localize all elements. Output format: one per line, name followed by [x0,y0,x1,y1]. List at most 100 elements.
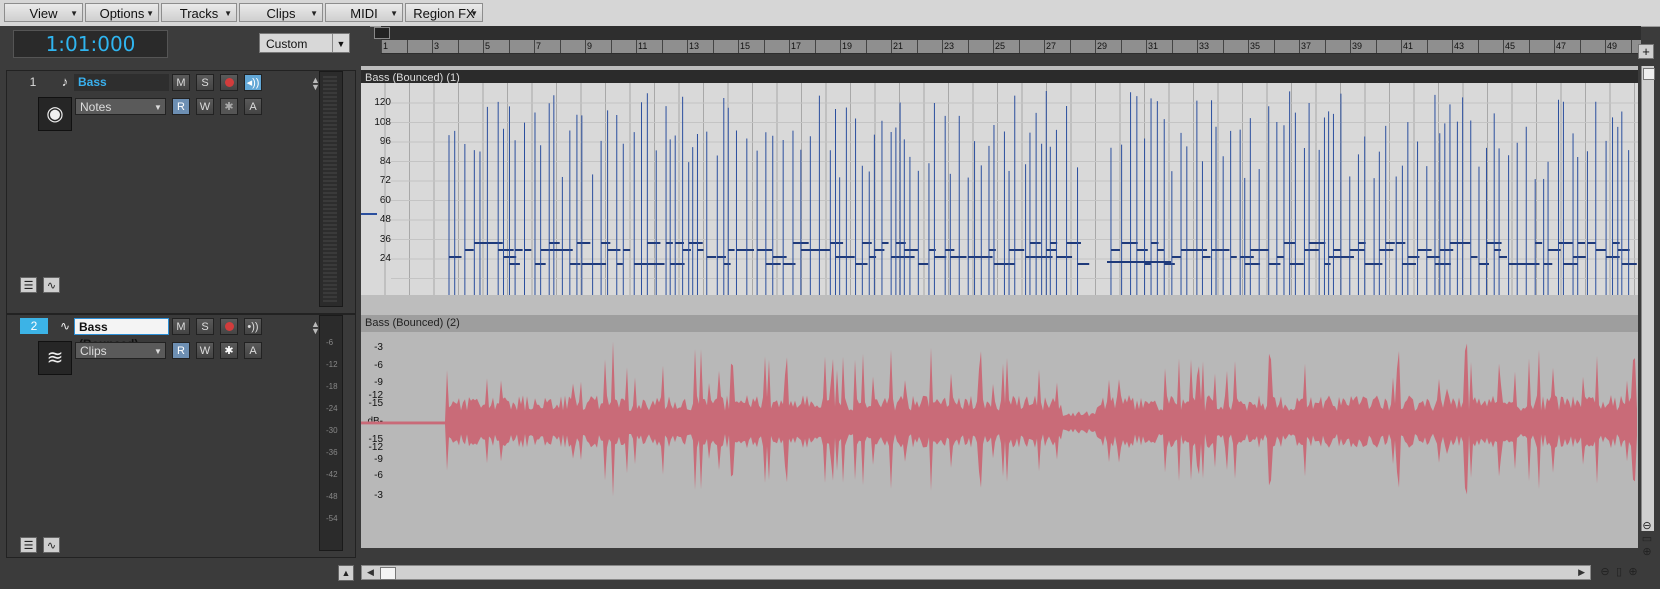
menu-bar: View ▼ Options ▼ Tracks ▼ Clips ▼ MIDI ▼ Regi… [0,0,1660,27]
speaker-icon: ◂)) [246,77,260,89]
ruler-tick [942,40,943,53]
ruler-tick [1477,40,1479,53]
midi-clip-grid[interactable]: 12010896847260483624 [361,83,1638,295]
track-header-2[interactable]: 2 ∿ Bass (Bounced) M S •)) ▲▼ ≋ Clips ▼ … [6,314,356,558]
menu-region-fx[interactable]: Region FX ▼ [405,3,483,22]
solo-button[interactable]: S [196,74,214,91]
track-header-1[interactable]: 1 ♪ Bass M S ◂)) ▲ ▼ ◉ Notes ▼ R W ✱ A ☰ … [6,70,356,314]
ruler-tick [865,40,867,53]
scroll-thumb[interactable] [380,567,396,580]
ruler-tick [1171,40,1173,53]
record-icon [224,321,234,331]
ruler-bar-label: 27 [1046,41,1057,51]
input-echo-button[interactable]: ◂)) [244,74,262,91]
menu-clips-label: Clips [266,6,296,21]
ruler-bar-label: 15 [740,41,751,51]
ruler-tick [1248,40,1249,53]
meter-scale-label: -42 [326,470,338,479]
ruler-tick [1222,40,1224,53]
vertical-scrollbar[interactable] [1641,66,1655,531]
arm-automation-button[interactable]: A [244,342,262,359]
write-automation-button[interactable]: W [196,98,214,115]
menu-midi[interactable]: MIDI ▼ [325,3,403,22]
read-automation-button[interactable]: R [172,342,190,359]
audio-waveform[interactable] [361,332,1638,548]
ruler-tick [1324,40,1326,53]
solo-button[interactable]: S [196,318,214,335]
track-settings-button[interactable]: ☰ [20,277,37,293]
clip-title: Bass (Bounced) (2) [365,317,460,329]
vertical-zoom-in-icon[interactable]: ⊕ [1641,546,1653,558]
arm-automation-button[interactable]: A [244,98,262,115]
track-name[interactable]: Bass [74,74,169,91]
ruler-bar-label: 25 [995,41,1006,51]
vertical-zoom-out-icon[interactable]: ⊖ [1641,520,1653,532]
menu-options[interactable]: Options ▼ [85,3,159,22]
zoom-slider[interactable]: ▯ [1613,566,1625,578]
record-icon [224,77,234,87]
zoom-out-icon[interactable]: ⊖ [1599,566,1611,578]
ruler-bar-label: 37 [1301,41,1312,51]
ruler-tick [916,40,918,53]
menu-view[interactable]: View ▼ [4,3,83,22]
ruler-tick [1630,40,1632,53]
midi-notes-view[interactable] [361,83,1638,295]
record-arm-button[interactable] [220,318,238,335]
clip-header-audio[interactable]: Bass (Bounced) (2) [361,315,1638,332]
ruler-tick [738,40,739,53]
track-name[interactable]: Bass (Bounced) [74,318,169,351]
ruler-bar[interactable]: 1 3 5 7 9 11 13 15 17 19 21 23 25 27 29 31 33 35 37 39 41 43 4… [381,40,1641,53]
layout-select[interactable]: Custom ▼ [259,33,350,53]
chevron-down-icon: ▼ [470,9,478,18]
menu-tracks[interactable]: Tracks ▼ [161,3,237,22]
ruler-bar-label: 49 [1607,41,1618,51]
automation-lane-button[interactable]: ∿ [43,537,60,553]
ruler-tick [1426,40,1428,53]
ruler-bar-label: 47 [1556,41,1567,51]
ruler-bar-label: 31 [1148,41,1159,51]
add-track-button[interactable]: + [1638,44,1654,59]
ruler-bar-label: 41 [1403,41,1414,51]
track-settings-button[interactable]: ☰ [20,537,37,553]
playhead-marker[interactable] [374,27,390,39]
ruler-tick [534,40,535,53]
track-mode-select[interactable]: Clips ▼ [75,342,166,359]
ruler-tick [636,40,637,53]
scroll-right-icon[interactable]: ▶ [1578,566,1585,579]
audio-clip[interactable]: -3-6-9-12-15dB--15-12-9-6-3 [361,332,1638,548]
chevron-down-icon: ▼ [224,9,232,18]
track-mode-value: Clips [80,344,107,358]
record-arm-button[interactable] [220,74,238,91]
write-automation-button[interactable]: W [196,342,214,359]
midi-icon: ♪ [61,74,69,89]
expand-panel-icon[interactable]: ▲ [338,565,354,581]
ruler-tick [1018,40,1020,53]
horizontal-scrollbar[interactable]: ◀ ▶ [361,565,1591,580]
chevron-down-icon: ▼ [70,9,78,18]
input-echo-button[interactable]: •)) [244,318,262,335]
audio-wave-icon: ∿ [59,319,71,333]
automation-lane-button[interactable]: ∿ [43,277,60,293]
mute-button[interactable]: M [172,74,190,91]
zoom-in-icon[interactable]: ⊕ [1627,566,1639,578]
ruler-tick [1069,40,1071,53]
menu-clips[interactable]: Clips ▼ [239,3,323,22]
track-mode-select[interactable]: Notes ▼ [75,98,166,115]
scroll-thumb[interactable] [1643,68,1655,80]
menu-midi-label: MIDI [350,6,378,21]
read-automation-button[interactable]: R [172,98,190,115]
mute-button[interactable]: M [172,318,190,335]
track-mode-value: Notes [80,100,112,114]
scroll-left-icon[interactable]: ◀ [367,566,374,579]
ruler-bar-label: 13 [689,41,700,51]
freeze-button[interactable]: ✱ [220,342,238,359]
layout-select-value: Custom [266,37,308,51]
ruler-bar-label: 33 [1199,41,1210,51]
time-display[interactable]: 1:01:000 [13,30,168,58]
freeze-button[interactable]: ✱ [220,98,238,115]
vertical-zoom-slider[interactable]: ▭ [1641,533,1653,545]
ruler-bar-label: 19 [842,41,853,51]
ruler-tick [559,40,561,53]
meter-scale-label: -18 [326,382,338,391]
ruler-tick [1273,40,1275,53]
